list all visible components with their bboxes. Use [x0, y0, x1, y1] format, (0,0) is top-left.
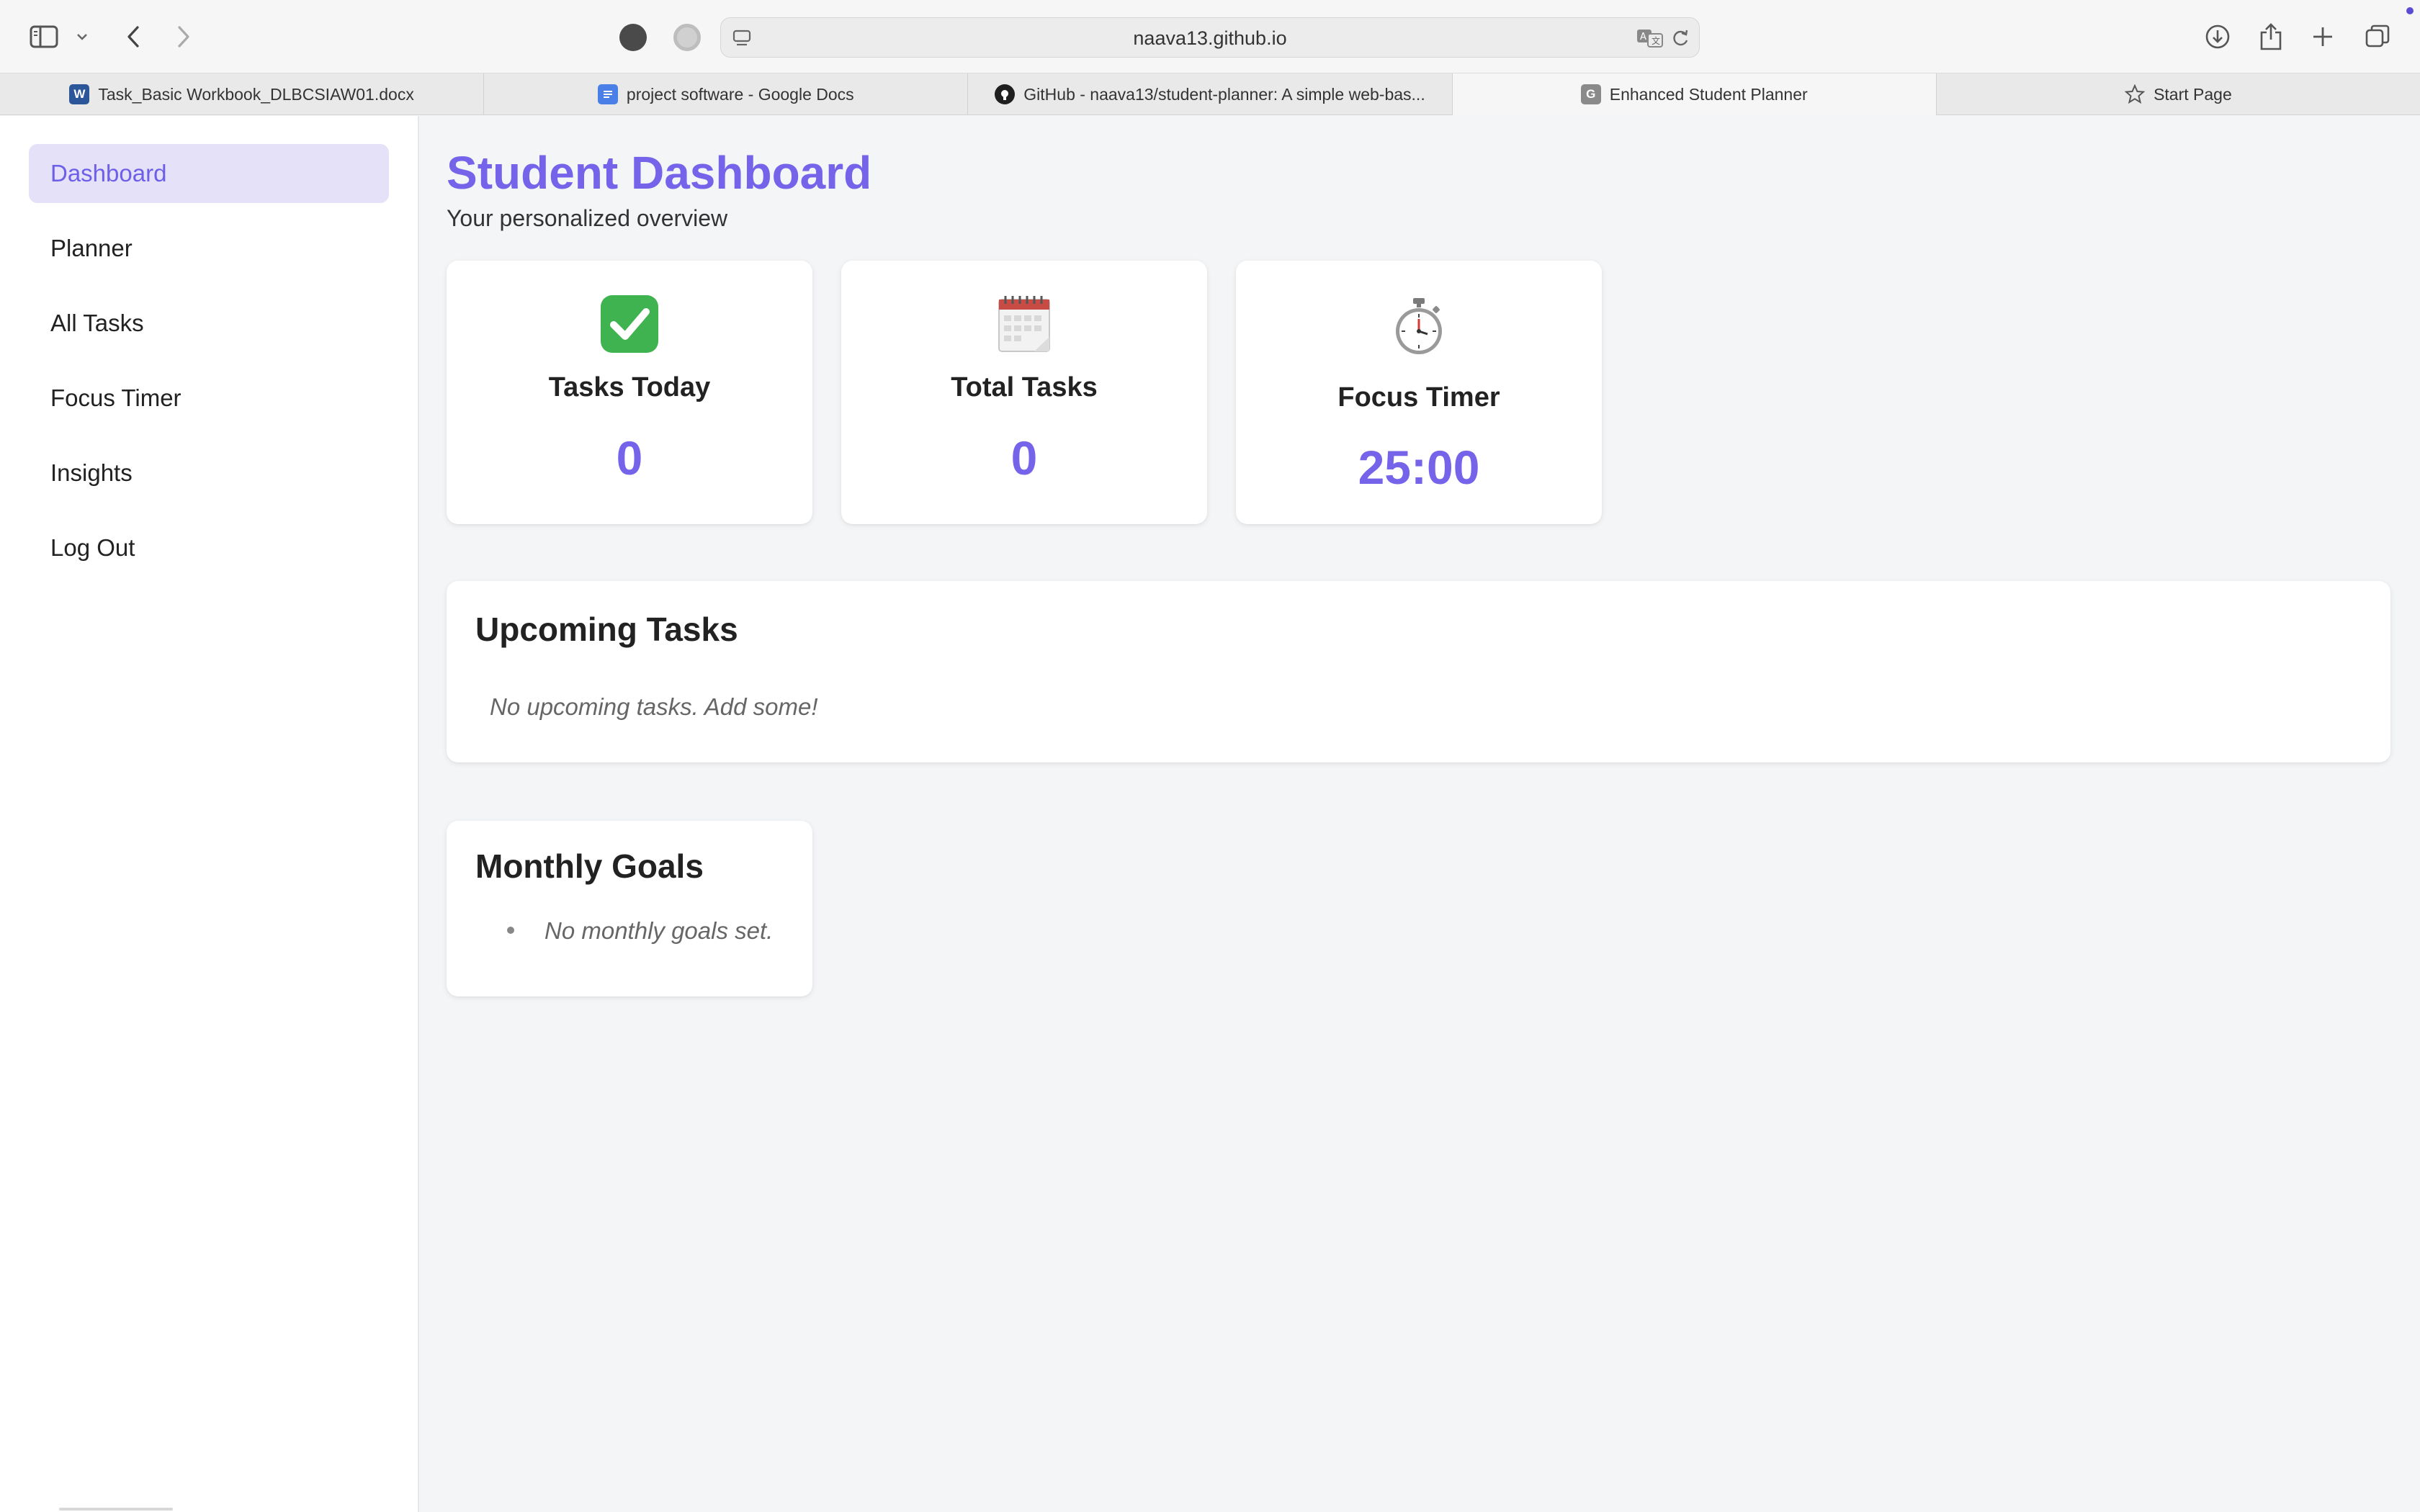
star-icon: [2125, 84, 2146, 104]
tab-start-page[interactable]: Start Page: [1937, 73, 2420, 115]
tab-enhanced-student-planner[interactable]: G Enhanced Student Planner: [1452, 73, 1937, 115]
sidebar-icon: [30, 25, 58, 48]
stat-value: 0: [616, 431, 643, 485]
tab-label: GitHub - naava13/student-planner: A simp…: [1023, 84, 1425, 104]
stat-label: Focus Timer: [1337, 382, 1500, 413]
tab-label: Start Page: [2154, 84, 2232, 104]
stat-card-focus-timer: Focus Timer 25:00: [1236, 261, 1602, 524]
extension-icon[interactable]: [619, 24, 647, 51]
chevron-down-icon: [77, 34, 87, 40]
translate-icon[interactable]: A文: [1636, 28, 1664, 48]
address-bar[interactable]: naava13.github.io A文: [720, 17, 1700, 58]
sidebar-item-insights[interactable]: Insights: [29, 444, 389, 503]
tab-github[interactable]: GitHub - naava13/student-planner: A simp…: [968, 73, 1453, 115]
stat-card-tasks-today: Tasks Today 0: [447, 261, 812, 524]
grammarly-icon[interactable]: [673, 24, 701, 51]
sidebar-item-all-tasks[interactable]: All Tasks: [29, 294, 389, 353]
sidebar-item-planner[interactable]: Planner: [29, 219, 389, 278]
tab-label: Task_Basic Workbook_DLBCSIAW01.docx: [98, 84, 414, 104]
forward-button[interactable]: [166, 19, 202, 55]
github-icon: [995, 84, 1016, 104]
calendar-icon: [841, 294, 1207, 358]
share-icon: [2260, 23, 2282, 50]
back-button[interactable]: [115, 19, 151, 55]
tab-overview-button[interactable]: [2360, 19, 2396, 55]
svg-text:文: 文: [1652, 35, 1660, 46]
chevron-left-icon: [127, 26, 139, 48]
word-icon: W: [69, 84, 90, 104]
monthly-goals-card: Monthly Goals No monthly goals set.: [447, 821, 812, 996]
browser-toolbar: naava13.github.io A文: [0, 0, 2420, 73]
tab-word-doc[interactable]: W Task_Basic Workbook_DLBCSIAW01.docx: [0, 73, 485, 115]
notification-dot: [2406, 7, 2414, 14]
stopwatch-icon: [1236, 297, 1602, 361]
sidebar-toggle-button[interactable]: [26, 19, 62, 55]
stat-value: 25:00: [1358, 441, 1480, 494]
sidebar-item-focus-timer[interactable]: Focus Timer: [29, 369, 389, 428]
stat-label: Tasks Today: [548, 372, 711, 402]
check-mark-icon: [447, 294, 812, 358]
upcoming-tasks-empty-message: No upcoming tasks. Add some!: [490, 693, 818, 720]
tab-google-docs[interactable]: project software - Google Docs: [484, 73, 969, 115]
page-title: Student Dashboard: [447, 147, 872, 199]
sidebar-item-dashboard[interactable]: Dashboard: [29, 144, 389, 203]
stat-label: Total Tasks: [951, 372, 1098, 402]
upcoming-tasks-title: Upcoming Tasks: [475, 611, 738, 648]
stat-card-total-tasks: Total Tasks 0: [841, 261, 1207, 524]
stat-value: 0: [1010, 431, 1038, 485]
list-bullet: [507, 927, 514, 934]
download-icon: [2205, 24, 2230, 49]
page-subtitle: Your personalized overview: [447, 205, 728, 231]
svg-text:A: A: [1640, 32, 1646, 42]
url-text: naava13.github.io: [1133, 27, 1287, 49]
plus-icon: [2313, 27, 2332, 46]
share-button[interactable]: [2253, 19, 2289, 55]
sidebar-nav: Dashboard Planner All Tasks Focus Timer …: [0, 116, 419, 1512]
resize-handle[interactable]: [59, 1508, 173, 1511]
tab-label: project software - Google Docs: [626, 84, 854, 104]
new-tab-button[interactable]: [2305, 19, 2341, 55]
reload-icon[interactable]: [1670, 28, 1692, 48]
sidebar-item-log-out[interactable]: Log Out: [29, 518, 389, 577]
downloads-button[interactable]: [2200, 19, 2236, 55]
upcoming-tasks-card: Upcoming Tasks No upcoming tasks. Add so…: [447, 581, 2390, 762]
google-docs-icon: [597, 84, 618, 104]
tab-label: Enhanced Student Planner: [1609, 84, 1808, 104]
generic-g-icon: G: [1580, 84, 1601, 104]
monthly-goals-title: Monthly Goals: [475, 847, 704, 885]
tab-bar: W Task_Basic Workbook_DLBCSIAW01.docx pr…: [0, 73, 2420, 115]
chevron-right-icon: [178, 26, 189, 48]
tabs-overview-icon: [2365, 24, 2390, 48]
tab-group-dropdown[interactable]: [66, 19, 98, 55]
monthly-goals-empty-message: No monthly goals set.: [544, 917, 774, 944]
